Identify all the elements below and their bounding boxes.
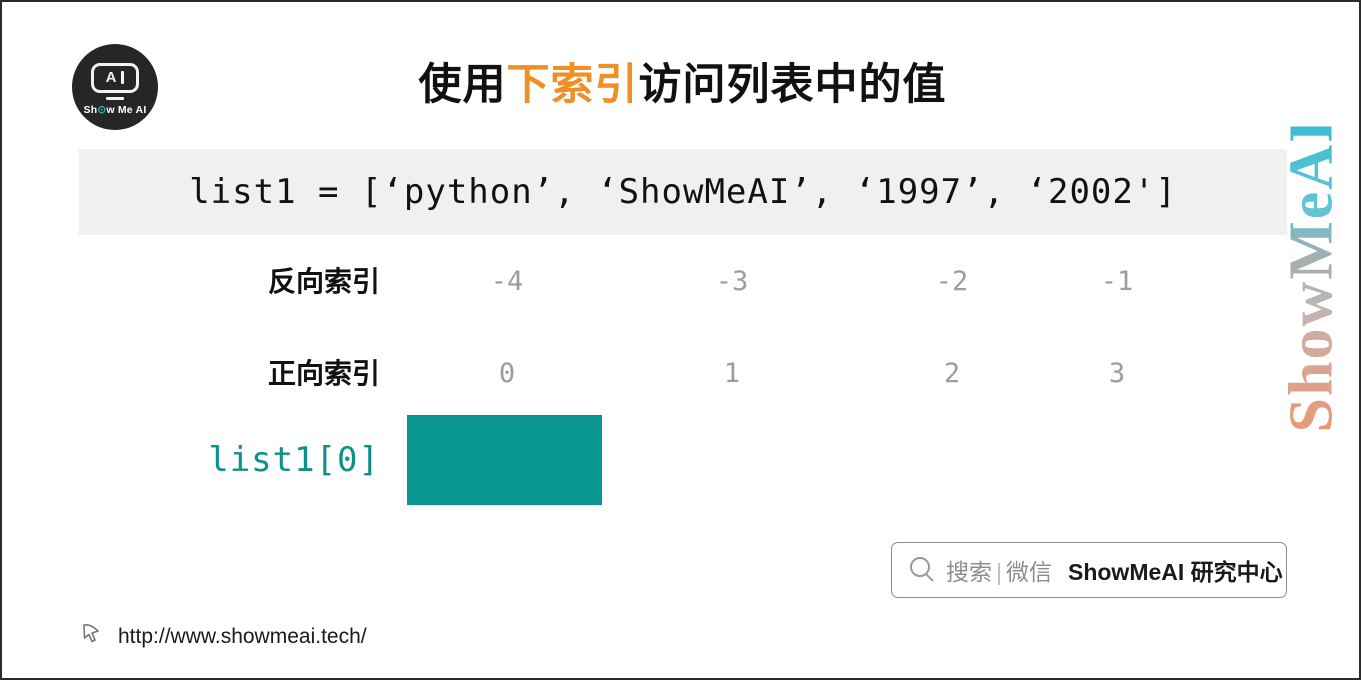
negative-index-cell-3: -1 <box>1100 266 1134 297</box>
footer: http://www.showmeai.tech/ <box>80 622 367 652</box>
footer-url: http://www.showmeai.tech/ <box>118 625 367 648</box>
expression-row: list1[0] <box>2 415 1361 505</box>
expression-label: list1[0] <box>208 440 380 480</box>
positive-index-cell-3: 3 <box>1108 358 1126 389</box>
code-banner: list1 = [‘python’, ‘ShowMeAI’, ‘1997’, ‘… <box>79 149 1287 235</box>
negative-index-label: 反向索引 <box>267 266 380 297</box>
search-badge-separator: | <box>996 559 1002 585</box>
negative-index-cells: -4 -3 -2 -1 <box>407 255 1207 309</box>
wechat-search-badge: 搜索 | 微信 ShowMeAI 研究中心 <box>891 542 1287 598</box>
search-icon <box>910 557 936 583</box>
title-before: 使用 <box>418 61 507 109</box>
positive-index-row: 正向索引 0 1 2 3 <box>2 347 1361 401</box>
search-label: 搜索 <box>946 559 992 585</box>
negative-index-cell-2: -2 <box>935 266 969 297</box>
cursor-icon <box>80 622 106 652</box>
search-badge-channel: 微信 <box>1005 559 1052 585</box>
title-highlight: 下索引 <box>506 61 639 109</box>
title-after: 访问列表中的值 <box>638 61 947 109</box>
search-badge-soft-text: 搜索 | 微信 <box>946 553 1052 587</box>
slide-canvas: A Sh⊙w Me AI 使用下索引访问列表中的值 list1 = [‘pyth… <box>0 0 1361 680</box>
positive-index-cell-0: 0 <box>498 358 516 389</box>
negative-index-cell-0: -4 <box>490 266 524 297</box>
positive-index-cell-1: 1 <box>723 358 741 389</box>
code-line: list1 = [‘python’, ‘ShowMeAI’, ‘1997’, ‘… <box>189 172 1177 212</box>
page-title: 使用下索引访问列表中的值 <box>2 50 1361 112</box>
search-badge-account-name: ShowMeAI 研究中心 <box>1067 559 1283 585</box>
positive-index-cell-2: 2 <box>943 358 961 389</box>
negative-index-cell-1: -3 <box>715 266 749 297</box>
answer-cover-box <box>407 415 602 505</box>
negative-index-row: 反向索引 -4 -3 -2 -1 <box>2 255 1361 309</box>
positive-index-cells: 0 1 2 3 <box>407 347 1207 401</box>
positive-index-label: 正向索引 <box>267 358 380 389</box>
